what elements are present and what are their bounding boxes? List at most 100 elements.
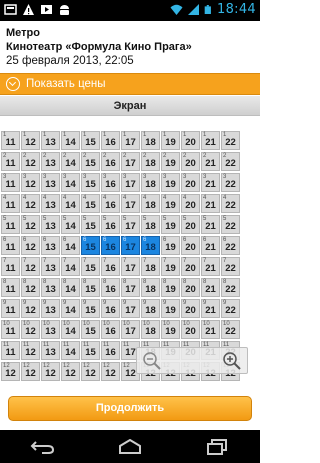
seat[interactable]: 9 13 [41,299,60,318]
seat[interactable]: 5 13 [41,215,60,234]
seat[interactable]: 2 22 [221,152,240,171]
seat[interactable]: 8 12 [21,278,40,297]
seat[interactable]: 4 21 [201,194,220,213]
seat[interactable]: 8 16 [101,278,120,297]
zoom-in-button[interactable] [220,349,244,373]
seat[interactable]: 6 11 [1,236,20,255]
seat[interactable]: 3 12 [21,173,40,192]
seat[interactable]: 1212 [81,362,100,381]
seat[interactable]: 4 15 [81,194,100,213]
seat[interactable]: 9 15 [81,299,100,318]
seat[interactable]: 3 19 [161,173,180,192]
seat[interactable]: 10 18 [141,320,160,339]
seat[interactable]: 10 13 [41,320,60,339]
seat[interactable]: 10 21 [201,320,220,339]
seat[interactable]: 4 16 [101,194,120,213]
seat[interactable]: 6 20 [181,236,200,255]
seat[interactable]: 9 21 [201,299,220,318]
seat[interactable]: 1212 [61,362,80,381]
seat[interactable]: 5 12 [21,215,40,234]
seat[interactable]: 6 21 [201,236,220,255]
seat[interactable]: 1 15 [81,131,100,150]
seat[interactable]: 3 18 [141,173,160,192]
seat[interactable]: 7 12 [21,257,40,276]
seat[interactable]: 1212 [21,362,40,381]
seat[interactable]: 11 12 [21,341,40,360]
seat[interactable]: 10 11 [1,320,20,339]
seat[interactable]: 1212 [41,362,60,381]
seat[interactable]: 2 18 [141,152,160,171]
seat[interactable]: 10 19 [161,320,180,339]
seat[interactable]: 1 18 [141,131,160,150]
seat[interactable]: 5 22 [221,215,240,234]
seat[interactable]: 3 11 [1,173,20,192]
seat[interactable]: 6 22 [221,236,240,255]
seat[interactable]: 2 13 [41,152,60,171]
seat[interactable]: 8 21 [201,278,220,297]
seat[interactable]: 7 19 [161,257,180,276]
seat[interactable]: 1 12 [21,131,40,150]
seat[interactable]: 7 20 [181,257,200,276]
seat[interactable]: 4 12 [21,194,40,213]
seat[interactable]: 5 16 [101,215,120,234]
seat[interactable]: 7 11 [1,257,20,276]
seat[interactable]: 10 22 [221,320,240,339]
seat[interactable]: 2 14 [61,152,80,171]
seat[interactable]: 1 13 [41,131,60,150]
seat[interactable]: 9 19 [161,299,180,318]
seat[interactable]: 3 21 [201,173,220,192]
show-prices-toggle[interactable]: Показать цены [0,73,260,95]
seat[interactable]: 7 18 [141,257,160,276]
seat[interactable]: 4 22 [221,194,240,213]
seat[interactable]: 10 12 [21,320,40,339]
seat-selected[interactable]: 6 15 [81,236,100,255]
zoom-out-button[interactable] [140,349,164,373]
seat-selected[interactable]: 6 16 [101,236,120,255]
seat[interactable]: 2 11 [1,152,20,171]
back-button[interactable] [28,437,58,457]
seat[interactable]: 3 13 [41,173,60,192]
seat[interactable]: 3 22 [221,173,240,192]
seat[interactable]: 11 13 [41,341,60,360]
seat[interactable]: 4 19 [161,194,180,213]
seat[interactable]: 9 12 [21,299,40,318]
seat[interactable]: 3 16 [101,173,120,192]
seat[interactable]: 9 22 [221,299,240,318]
seat[interactable]: 1 20 [181,131,200,150]
recent-apps-button[interactable] [202,437,232,457]
seat[interactable]: 8 13 [41,278,60,297]
seat[interactable]: 4 13 [41,194,60,213]
seat[interactable]: 9 14 [61,299,80,318]
seat[interactable]: 8 11 [1,278,20,297]
seat[interactable]: 2 21 [201,152,220,171]
seat[interactable]: 8 17 [121,278,140,297]
seat[interactable]: 10 17 [121,320,140,339]
seat[interactable]: 7 21 [201,257,220,276]
seat[interactable]: 11 16 [101,341,120,360]
seat[interactable]: 6 19 [161,236,180,255]
seat[interactable]: 6 13 [41,236,60,255]
seat[interactable]: 10 16 [101,320,120,339]
seat[interactable]: 4 20 [181,194,200,213]
continue-button[interactable]: Продолжить [8,396,252,421]
seat[interactable]: 6 14 [61,236,80,255]
seat[interactable]: 5 19 [161,215,180,234]
seat[interactable]: 2 19 [161,152,180,171]
seat[interactable]: 11 11 [1,341,20,360]
seat[interactable]: 1 11 [1,131,20,150]
seat[interactable]: 5 17 [121,215,140,234]
seat[interactable]: 7 13 [41,257,60,276]
seat-selected[interactable]: 6 18 [141,236,160,255]
home-button[interactable] [115,437,145,457]
seat[interactable]: 4 14 [61,194,80,213]
seat[interactable]: 5 18 [141,215,160,234]
seat[interactable]: 8 15 [81,278,100,297]
seat[interactable]: 8 19 [161,278,180,297]
seat[interactable]: 3 17 [121,173,140,192]
seat[interactable]: 7 22 [221,257,240,276]
seat[interactable]: 1 16 [101,131,120,150]
seat[interactable]: 9 17 [121,299,140,318]
seat[interactable]: 2 15 [81,152,100,171]
seat[interactable]: 2 20 [181,152,200,171]
seat-selected[interactable]: 6 17 [121,236,140,255]
